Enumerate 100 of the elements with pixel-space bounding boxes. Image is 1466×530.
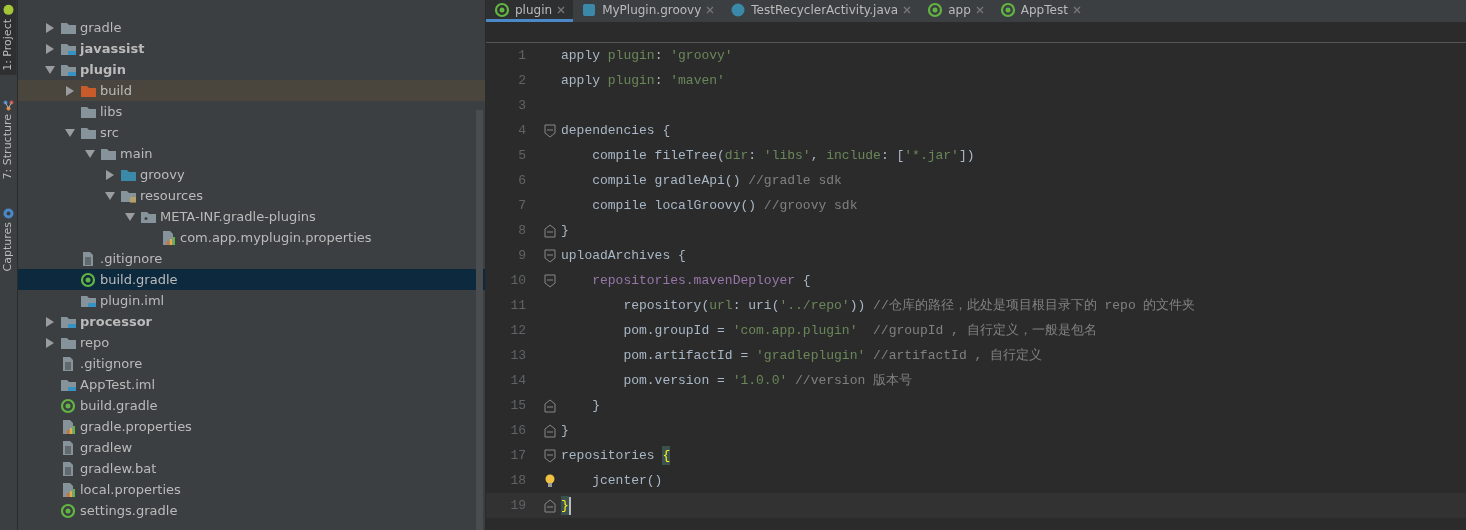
close-icon [1072, 5, 1081, 14]
close-icon [706, 5, 715, 14]
editor-tab[interactable]: MyPlugin.groovy [573, 0, 723, 22]
editor-tab[interactable]: TestRecyclerActivity.java [722, 0, 920, 22]
tree-item[interactable]: local.properties [18, 479, 485, 500]
tree-item[interactable]: gradle [18, 17, 485, 38]
fold-start-icon [544, 448, 556, 463]
code-line: } [591, 396, 600, 415]
tree-item[interactable]: gradlew.bat [18, 458, 485, 479]
text-caret [568, 496, 571, 515]
line-number: 7 [517, 196, 526, 215]
expand-arrow-icon[interactable] [45, 316, 55, 327]
collapse-arrow-icon[interactable] [85, 148, 95, 159]
code-line: repositories { [558, 445, 671, 466]
close-icon [557, 5, 566, 14]
tree-item[interactable]: build.gradle [18, 269, 485, 290]
tool-window-button[interactable]: 1: Project [0, 0, 17, 75]
gradle-file-icon [80, 271, 96, 288]
fold-end-icon [544, 423, 556, 438]
line-number: 17 [509, 446, 526, 465]
tree-item[interactable]: gradlew [18, 437, 485, 458]
collapse-arrow-icon[interactable] [65, 127, 75, 138]
fold-start-icon [544, 248, 556, 263]
code-line: compile fileTree(dir: 'libs', include: ['*.jar']) [591, 146, 975, 165]
editor-tab[interactable]: app [919, 0, 992, 22]
gradle-file-icon [60, 502, 76, 519]
collapse-arrow-icon[interactable] [105, 190, 115, 201]
fold-end-icon [544, 498, 556, 513]
line-number: 5 [517, 146, 526, 165]
android-icon [2, 4, 15, 16]
tree-item[interactable]: plugin [18, 59, 485, 80]
gradle-file-icon [60, 397, 76, 414]
code-line: pom.artifactId = 'gradleplugin' //artifactId , 自行定义 [622, 346, 1043, 365]
close-icon [975, 5, 984, 14]
line-number: 16 [509, 421, 526, 440]
line-number: 15 [509, 396, 526, 415]
expand-arrow-icon[interactable] [45, 43, 55, 54]
tree-item[interactable]: repo [18, 332, 485, 353]
line-number: 11 [509, 296, 526, 315]
tool-window-button[interactable]: Captures [0, 203, 17, 276]
text-file-icon [80, 250, 96, 267]
line-number: 9 [517, 246, 526, 265]
line-number: 1 [517, 46, 526, 65]
code-line: uploadArchives { [560, 246, 686, 265]
code-line: dependencies { [560, 121, 671, 140]
lightbulb-icon[interactable] [544, 472, 556, 489]
code-line: jcenter() [591, 471, 663, 490]
expand-arrow-icon[interactable] [105, 169, 115, 180]
expand-arrow-icon[interactable] [45, 22, 55, 33]
fold-start-icon [544, 273, 556, 288]
expand-arrow-icon[interactable] [65, 85, 75, 96]
line-number: 12 [509, 321, 526, 340]
close-icon [903, 5, 912, 14]
line-number: 4 [517, 121, 526, 140]
fold-end-icon [544, 398, 556, 413]
properties-file-icon [60, 481, 76, 498]
line-number: 14 [509, 371, 526, 390]
code-line: compile localGroovy() //groovy sdk [591, 196, 858, 215]
tree-item[interactable]: libs [18, 101, 485, 122]
code-line: } [560, 221, 569, 240]
class-file-icon [730, 1, 747, 18]
properties-file-icon [60, 418, 76, 435]
tree-item[interactable]: plugin.iml [18, 290, 485, 311]
code-line: apply plugin: 'groovy' [560, 46, 733, 65]
line-number: 2 [517, 71, 526, 90]
line-number: 3 [517, 96, 526, 115]
scrollbar[interactable] [476, 110, 483, 530]
tree-item[interactable]: main [18, 143, 485, 164]
text-file-icon [60, 439, 76, 456]
tree-item[interactable]: src [18, 122, 485, 143]
tree-item[interactable]: groovy [18, 164, 485, 185]
tree-item[interactable]: .gitignore [18, 353, 485, 374]
collapse-arrow-icon[interactable] [45, 64, 55, 75]
tree-item[interactable]: javassist [18, 38, 485, 59]
line-number: 10 [509, 271, 526, 290]
gradle-file-icon [927, 1, 944, 18]
tree-item[interactable]: .gitignore [18, 248, 485, 269]
tree-item[interactable]: build.gradle [18, 395, 485, 416]
expand-arrow-icon[interactable] [45, 337, 55, 348]
tree-item[interactable]: gradle.properties [18, 416, 485, 437]
gradle-file-icon [999, 1, 1016, 18]
text-file-icon [60, 355, 76, 372]
structure-icon [2, 98, 15, 111]
tree-item[interactable]: settings.gradle [18, 500, 485, 521]
code-line: repository(url: uri('../repo')) //仓库的路径，此处是项目根目录下的 repo 的文件夹 [622, 296, 1196, 315]
tree-item[interactable]: com.app.myplugin.properties [18, 227, 485, 248]
tree-item[interactable]: processor [18, 311, 485, 332]
tool-window-button[interactable]: 7: Structure [0, 94, 17, 184]
line-number: 6 [517, 171, 526, 190]
tree-item[interactable]: build [18, 80, 485, 101]
collapse-arrow-icon[interactable] [125, 211, 135, 222]
editor-tab[interactable]: plugin [486, 0, 574, 22]
tree-item[interactable]: AppTest.iml [18, 374, 485, 395]
tree-item[interactable]: META-INF.gradle-plugins [18, 206, 485, 227]
fold-start-icon [544, 123, 556, 138]
groovy-file-icon [581, 1, 598, 18]
tree-item[interactable]: resources [18, 185, 485, 206]
editor-tab[interactable]: AppTest [991, 0, 1089, 22]
line-number: 8 [517, 221, 526, 240]
properties-file-icon [160, 229, 176, 246]
